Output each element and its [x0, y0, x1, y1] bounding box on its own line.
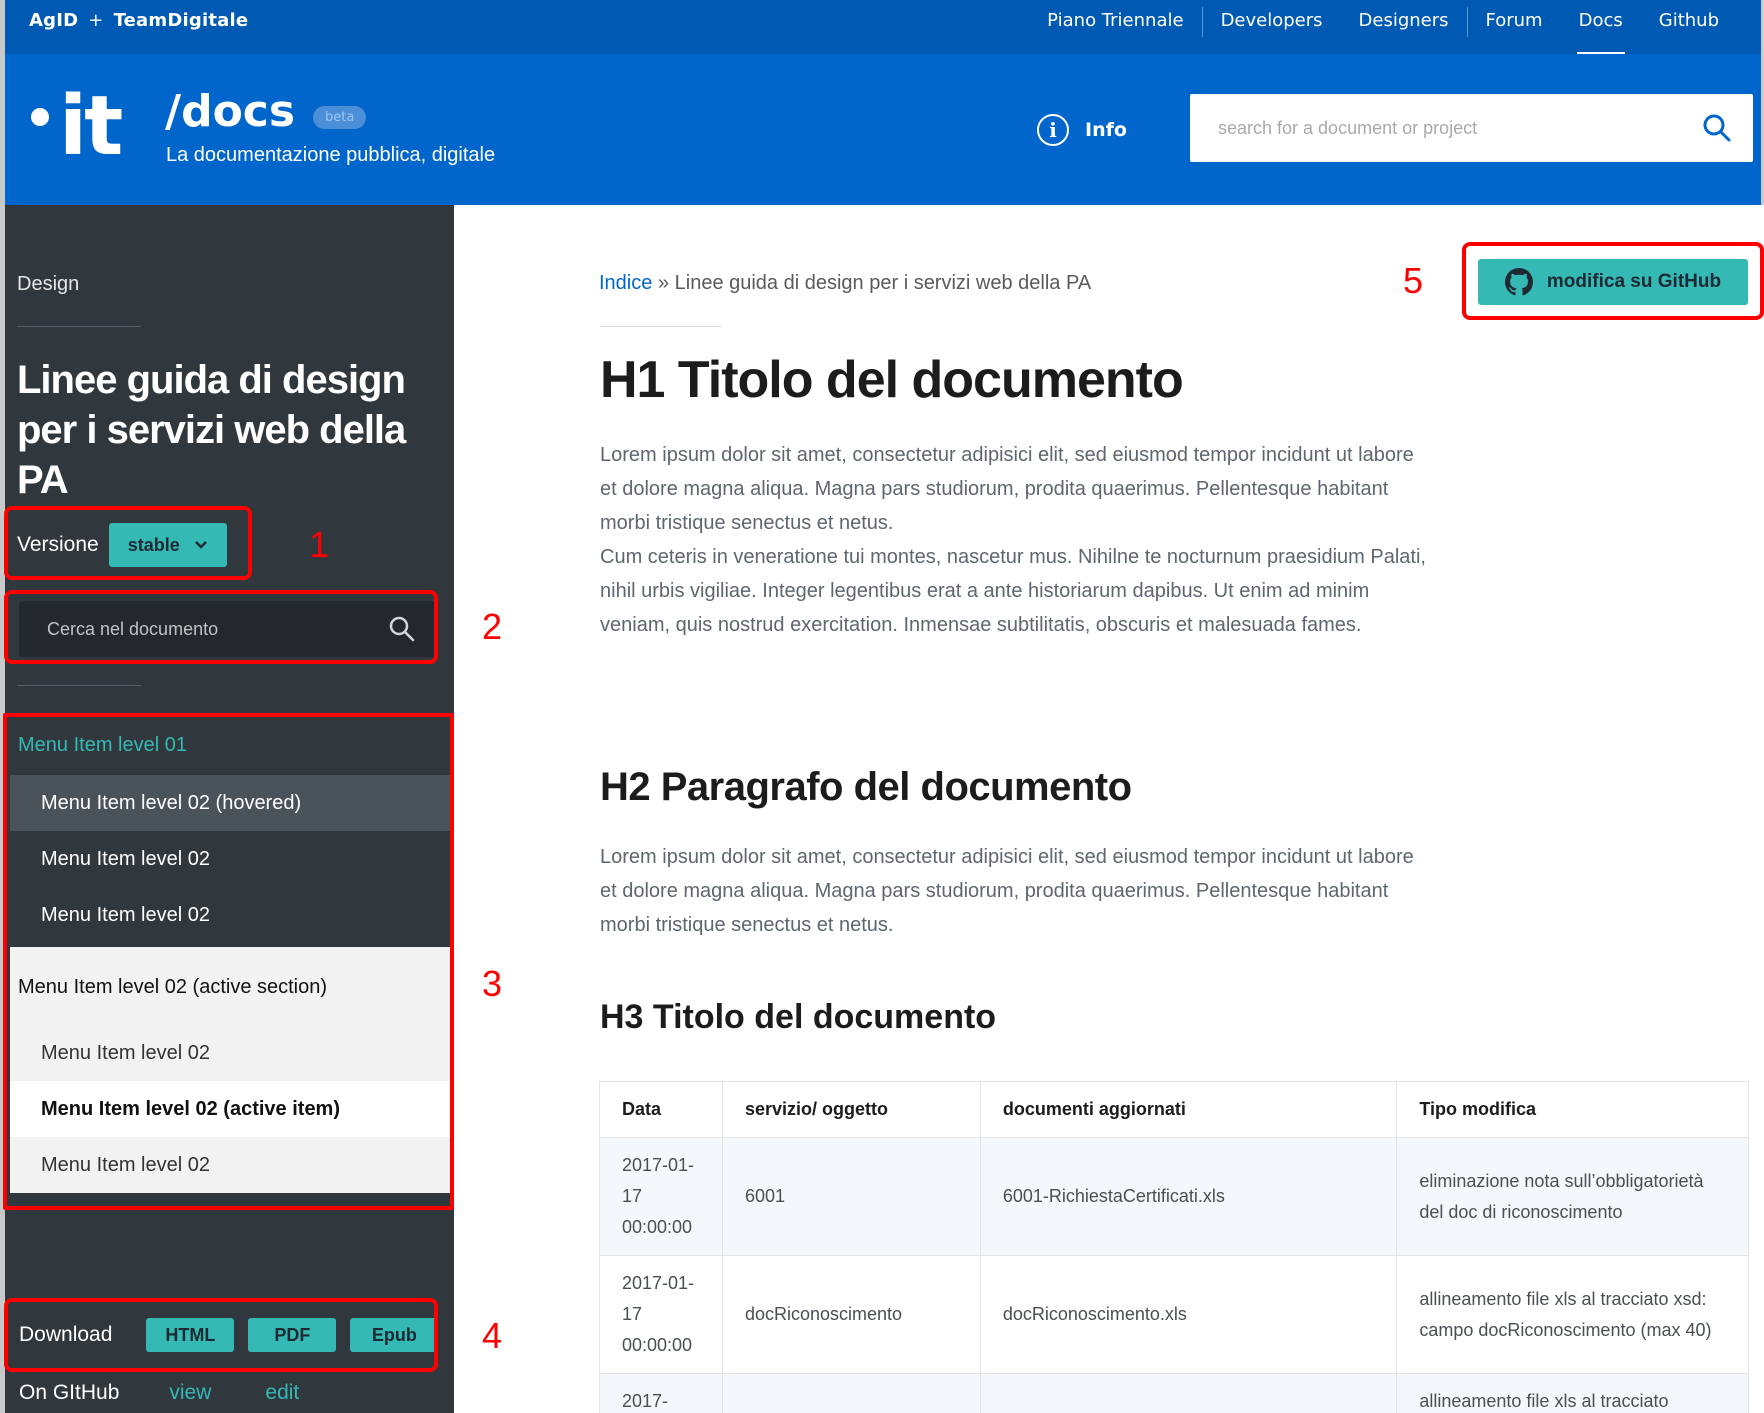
github-view-link[interactable]: view	[169, 1381, 211, 1405]
table-cell: allineamento file xls al tracciato xsd: …	[1396, 1255, 1749, 1374]
top-bar: AgID + TeamDigitale Piano Triennale Develo…	[0, 0, 1764, 54]
sidebar-category[interactable]: Design	[17, 273, 79, 296]
table-cell: allineamento file xls al tracciato	[1396, 1373, 1749, 1413]
nav-developers[interactable]: Developers	[1203, 0, 1341, 54]
table-header: Tipo modifica	[1396, 1081, 1749, 1138]
sidebar-doc-title: Linee guida di design per i servizi web …	[17, 358, 406, 502]
info-button[interactable]: i Info	[1037, 114, 1127, 146]
annotation-box-2	[4, 590, 438, 664]
logo-text: it	[59, 79, 123, 174]
section-paragraph: Lorem ipsum dolor sit amet, consectetur …	[600, 846, 1414, 936]
top-nav: Piano Triennale Developers Designers For…	[1029, 0, 1737, 54]
annotation-number-4: 4	[482, 1315, 503, 1356]
github-row: On GItHub view edit	[19, 1381, 299, 1405]
it-logo[interactable]: it	[31, 86, 123, 168]
table-cell: 2017-	[599, 1373, 723, 1413]
table-header: documenti aggiornati	[979, 1081, 1398, 1138]
intro-paragraph: Lorem ipsum dolor sit amet, consectetur …	[600, 438, 1430, 642]
table-cell: docRiconoscimento	[721, 1255, 981, 1374]
document-heading-h2: H2 Paragrafo del documento	[600, 765, 1132, 809]
logo-dot	[31, 108, 49, 126]
annotation-box-5	[1462, 242, 1764, 320]
breadcrumb-current: Linee guida di design per i servizi web …	[674, 272, 1092, 294]
annotation-number-1: 1	[309, 524, 330, 565]
github-label: On GItHub	[19, 1381, 120, 1404]
annotation-number-2: 2	[482, 606, 503, 647]
site-subtitle: La documentazione pubblica, digitale	[166, 144, 496, 166]
table-row: 2017-01-17 00:00:00 docRiconoscimento do…	[599, 1255, 1749, 1374]
paragraph-text: Lorem ipsum dolor sit amet, consectetur …	[600, 444, 1414, 534]
table-cell: 2017-01-17 00:00:00	[599, 1137, 723, 1256]
divider	[17, 685, 141, 686]
table-row: 2017-01-17 00:00:00 6001 6001-RichiestaC…	[599, 1137, 1749, 1256]
nav-forum[interactable]: Forum	[1468, 0, 1561, 54]
github-edit-link[interactable]: edit	[265, 1381, 299, 1405]
brand-plus: +	[88, 10, 104, 31]
header-search	[1190, 94, 1753, 162]
table-cell: 6001-RichiestaCertificati.xls	[979, 1137, 1398, 1256]
nav-piano-triennale[interactable]: Piano Triennale	[1029, 0, 1201, 54]
nav-docs[interactable]: Docs	[1561, 0, 1641, 54]
annotation-number-3: 3	[482, 963, 503, 1004]
table-header: servizio/ oggetto	[721, 1081, 981, 1138]
divider	[17, 326, 141, 327]
table-cell: 2017-01-17 00:00:00	[599, 1255, 723, 1374]
table-cell	[979, 1373, 1398, 1413]
annotation-box-4	[4, 1298, 438, 1372]
beta-badge: beta	[313, 106, 367, 129]
breadcrumb-separator: »	[657, 272, 670, 294]
info-icon: i	[1037, 114, 1069, 146]
table-header-row: Data servizio/ oggetto documenti aggiorn…	[599, 1081, 1749, 1138]
table-cell: eliminazione nota sull’obbligatorietà de…	[1396, 1137, 1749, 1256]
divider	[600, 326, 722, 327]
nav-github[interactable]: Github	[1641, 0, 1737, 54]
table-row: 2017- allineamento file xls al tracciato	[599, 1373, 1749, 1413]
annotation-box-3	[3, 713, 454, 1210]
site-title[interactable]: /docs	[165, 86, 295, 137]
paragraph-text: Cum ceteris in veneratione tui montes, n…	[600, 546, 1426, 636]
search-icon[interactable]	[1701, 112, 1733, 148]
table-header: Data	[599, 1081, 723, 1138]
info-label: Info	[1085, 119, 1127, 141]
breadcrumb-index-link[interactable]: Indice	[599, 272, 652, 294]
changes-table: Data servizio/ oggetto documenti aggiorn…	[599, 1081, 1749, 1413]
annotation-box-1	[4, 506, 252, 580]
nav-designers[interactable]: Designers	[1341, 0, 1467, 54]
table-cell: docRiconoscimento.xls	[979, 1255, 1398, 1374]
table-cell	[721, 1373, 981, 1413]
table-cell: 6001	[721, 1137, 981, 1256]
header-search-input[interactable]	[1190, 94, 1690, 162]
teamdigitale-link[interactable]: TeamDigitale	[114, 10, 249, 31]
brand: AgID + TeamDigitale	[29, 10, 248, 31]
site-header: it /docs beta La documentazione pubblica…	[0, 54, 1764, 205]
annotation-number-5: 5	[1403, 260, 1424, 301]
document-heading-h3: H3 Titolo del documento	[600, 998, 997, 1036]
breadcrumb: Indice » Linee guida di design per i ser…	[599, 272, 1091, 295]
agid-link[interactable]: AgID	[29, 10, 78, 31]
document-heading-h1: H1 Titolo del documento	[600, 351, 1184, 409]
